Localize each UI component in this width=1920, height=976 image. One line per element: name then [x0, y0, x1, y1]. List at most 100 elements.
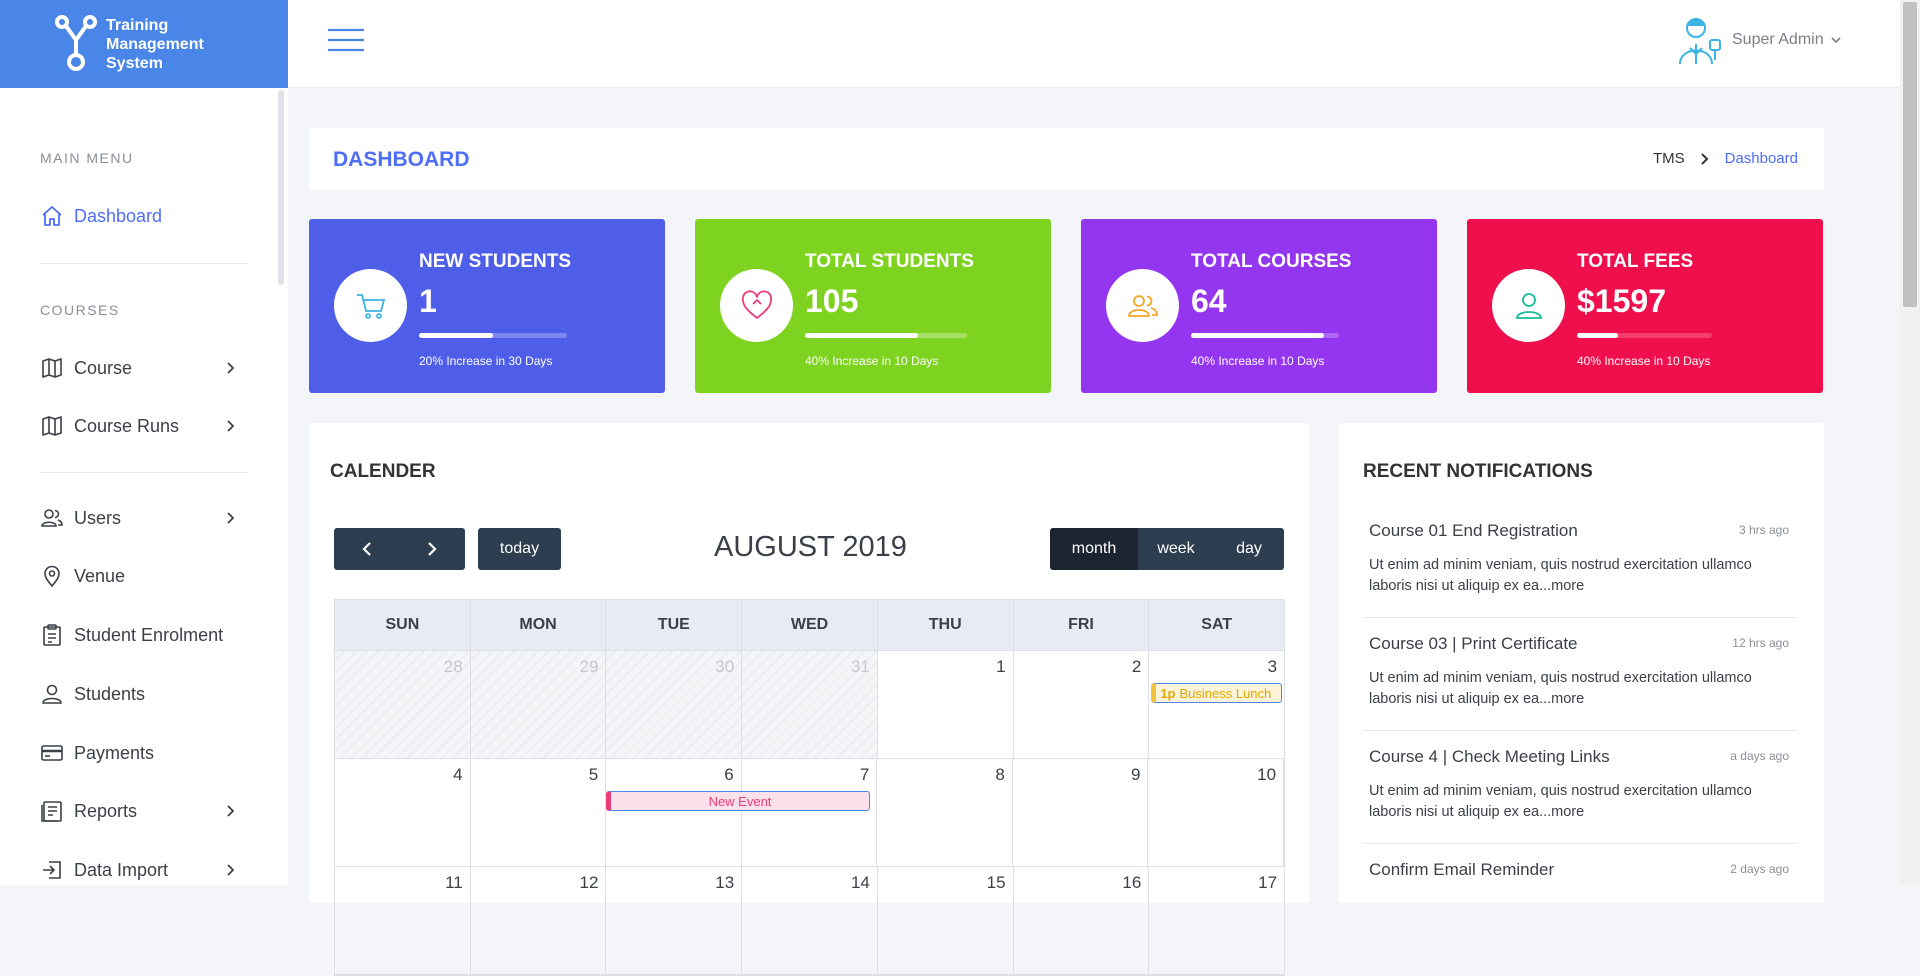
user-icon [1515, 292, 1542, 319]
calendar-day-cell[interactable]: 14 [742, 867, 878, 974]
notification-title: Course 4 | Check Meeting Links [1369, 747, 1610, 766]
sidebar-divider [40, 263, 248, 264]
notification-item[interactable]: Course 01 End Registration 3 hrs ago Ut … [1363, 521, 1797, 618]
calendar-day-cell[interactable]: 4 [335, 759, 471, 866]
calendar-day-cell[interactable]: 11 [335, 867, 471, 974]
sidebar-item-payments[interactable]: Payments [40, 738, 238, 768]
weekday-mon: MON [471, 600, 607, 650]
day-number: 10 [1257, 765, 1277, 784]
stat-icon-circle [720, 269, 793, 342]
user-icon [42, 684, 62, 704]
notification-item[interactable]: Course 4 | Check Meeting Links a days ag… [1363, 747, 1797, 844]
calendar-grid: SUN MON TUE WED THU FRI SAT 28 29 30 31 … [334, 599, 1285, 976]
day-number: 14 [850, 873, 870, 892]
page-scrollbar-thumb[interactable] [1903, 2, 1917, 307]
view-month-button[interactable]: month [1050, 528, 1138, 570]
sidebar-item-reports[interactable]: Reports [40, 796, 238, 826]
calendar-day-cell[interactable]: 12 [471, 867, 607, 974]
sidebar-item-student-enrolment[interactable]: Student Enrolment [40, 620, 238, 650]
calendar-day-cell[interactable]: 29 [470, 651, 607, 758]
weekday-tue: TUE [606, 600, 743, 650]
stat-value: $1597 [1577, 283, 1666, 319]
hamburger-menu-icon[interactable] [328, 27, 364, 53]
calendar-day-cell[interactable]: 6 [606, 759, 742, 866]
stat-card-total-courses: TOTAL COURSES 64 40% Increase in 10 Days [1081, 219, 1437, 393]
calendar-view-switcher: month week day [1050, 528, 1284, 570]
user-menu[interactable]: Super Admin [1674, 14, 1842, 66]
users-icon [1127, 294, 1158, 317]
calendar-day-cell[interactable]: 7 [742, 759, 878, 866]
calendar-day-cell[interactable]: 30 [606, 651, 743, 758]
chevron-right-icon [227, 512, 235, 524]
notification-title: Course 03 | Print Certificate [1369, 634, 1578, 653]
today-button[interactable]: today [478, 528, 561, 570]
stat-title: NEW STUDENTS [419, 251, 571, 272]
day-number: 4 [453, 765, 463, 784]
calendar-day-cell[interactable]: 5 [471, 759, 607, 866]
sidebar-item-users[interactable]: Users [40, 503, 238, 533]
stat-note: 40% Increase in 10 Days [1577, 354, 1711, 368]
calendar-day-cell[interactable]: 1 [878, 651, 1014, 758]
sidebar-item-data-import[interactable]: Data Import [40, 855, 238, 885]
top-header: Super Admin [288, 0, 1900, 88]
calendar-month-label: AUGUST 2019 [714, 531, 907, 563]
stat-value: 1 [419, 283, 437, 319]
stat-progress-bar [1577, 333, 1712, 338]
breadcrumb-current: Dashboard [1724, 150, 1798, 167]
sidebar-item-students[interactable]: Students [40, 679, 238, 709]
chevron-right-icon[interactable] [425, 541, 439, 557]
calendar-day-cell[interactable]: 2 [1014, 651, 1150, 758]
stat-progress-fill [1191, 333, 1325, 338]
view-week-button[interactable]: week [1138, 528, 1214, 570]
section-courses: COURSES [40, 302, 120, 318]
page-title-bar: DASHBOARD TMS Dashboard [309, 128, 1824, 190]
notification-time: 12 hrs ago [1732, 636, 1789, 650]
sidebar-item-course-runs[interactable]: Course Runs [40, 411, 238, 441]
sidebar-item-label: Students [74, 683, 146, 704]
calendar-event-new-event[interactable]: New Event [606, 791, 870, 811]
calendar-day-cell[interactable]: 10 [1148, 759, 1285, 866]
calendar-event-business-lunch[interactable]: 1p Business Lunch [1151, 683, 1283, 703]
calendar-title: CALENDER [330, 461, 436, 482]
sidebar-item-label: Course [74, 357, 133, 378]
calendar-day-cell[interactable]: 9 [1013, 759, 1149, 866]
weekday-thu: THU [878, 600, 1014, 650]
notification-title: Confirm Email Reminder [1369, 860, 1555, 879]
stat-title: TOTAL STUDENTS [805, 251, 974, 272]
stat-card-total-students: TOTAL STUDENTS 105 40% Increase in 10 Da… [695, 219, 1051, 393]
stat-progress-bar [1191, 333, 1339, 338]
sidebar-scrollbar[interactable] [278, 90, 284, 285]
calendar-day-cell[interactable]: 3 1p Business Lunch [1149, 651, 1284, 758]
notification-title: Course 01 End Registration [1369, 521, 1578, 540]
app-name-line-2: Management [106, 35, 204, 53]
day-number: 11 [445, 873, 463, 892]
breadcrumb-root-link[interactable]: TMS [1653, 150, 1685, 167]
stat-card-new-students: NEW STUDENTS 1 20% Increase in 30 Days [309, 219, 665, 393]
clipboard-icon [43, 624, 61, 646]
stat-value: 64 [1191, 283, 1227, 319]
sidebar-item-dashboard[interactable]: Dashboard [40, 201, 238, 231]
chevron-left-icon[interactable] [360, 541, 374, 557]
calendar-day-cell[interactable]: 13 [606, 867, 743, 974]
calendar-day-cell[interactable]: 8 [877, 759, 1013, 866]
day-number: 15 [986, 873, 1006, 892]
notification-time: 2 days ago [1730, 862, 1789, 876]
calendar-day-cell[interactable]: 28 [335, 651, 471, 758]
app-logo[interactable]: Training Management System [0, 0, 288, 88]
calendar-weekday-header: SUN MON TUE WED THU FRI SAT [335, 600, 1284, 651]
credit-card-icon [41, 745, 63, 761]
event-title: Business Lunch [1179, 685, 1272, 701]
stat-progress-fill [419, 333, 493, 338]
sidebar-item-venue[interactable]: Venue [40, 561, 238, 591]
calendar-day-cell[interactable]: 16 [1014, 867, 1150, 974]
notification-item[interactable]: Course 03 | Print Certificate 12 hrs ago… [1363, 634, 1797, 731]
view-day-button[interactable]: day [1214, 528, 1284, 570]
weekday-fri: FRI [1014, 600, 1150, 650]
notifications-panel: RECENT NOTIFICATIONS Course 01 End Regis… [1339, 423, 1824, 903]
calendar-day-cell[interactable]: 17 [1149, 867, 1284, 974]
calendar-day-cell[interactable]: 15 [878, 867, 1014, 974]
calendar-day-cell[interactable]: 31 [742, 651, 878, 758]
stat-card-total-fees: TOTAL FEES $1597 40% Increase in 10 Days [1467, 219, 1823, 393]
sidebar-item-course[interactable]: Course [40, 353, 238, 383]
notification-item[interactable]: Confirm Email Reminder 2 days ago [1363, 860, 1797, 900]
